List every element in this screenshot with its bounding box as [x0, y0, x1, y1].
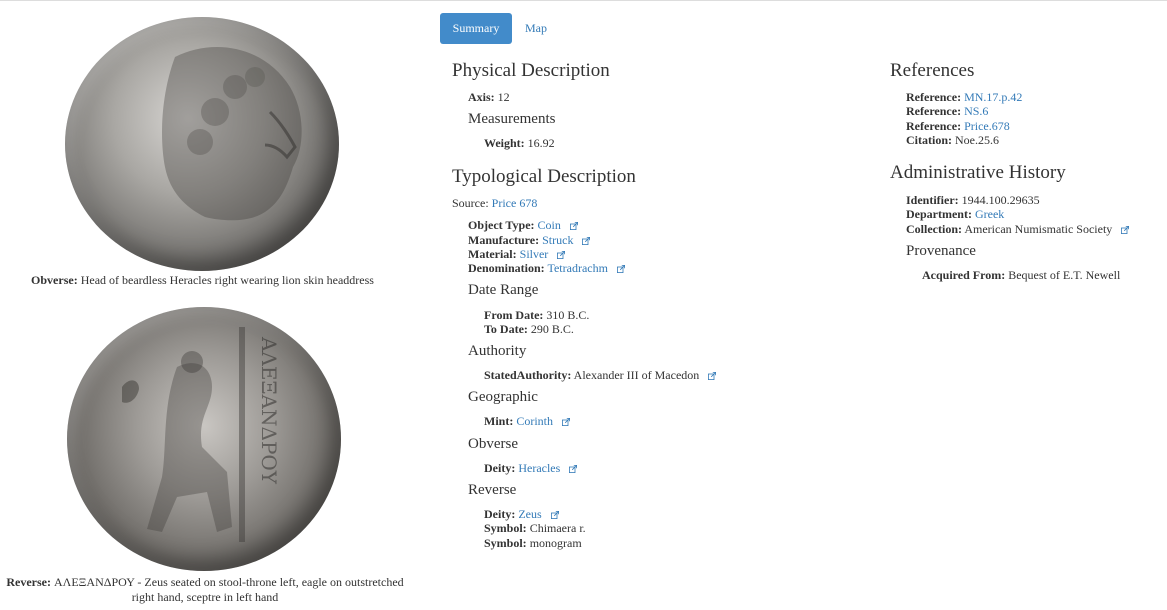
citation-row: Citation: Noe.25.6	[906, 133, 999, 147]
reference-link-2[interactable]: NS.6	[964, 104, 988, 118]
reference-link-1[interactable]: MN.17.p.42	[964, 90, 1022, 104]
obverse-caption-text: Head of beardless Heracles right wearing…	[80, 273, 374, 287]
mint-link[interactable]: Corinth	[516, 414, 553, 428]
tab-map[interactable]: Map	[513, 13, 559, 44]
typological-description-heading: Typological Description	[452, 166, 636, 187]
obverse-portrait-icon	[162, 47, 302, 221]
tab-summary[interactable]: Summary	[440, 13, 512, 44]
reverse-caption-text: ΑΛΕΞΑΝΔΡΟΥ - Zeus seated on stool-throne…	[53, 575, 404, 589]
obverse-caption-label: Obverse:	[31, 273, 78, 287]
identifier-row: Identifier: 1944.100.29635	[906, 193, 1040, 207]
weight-row: Weight: 16.92	[484, 136, 555, 150]
reverse-caption-text-2: right hand, sceptre in left hand	[131, 590, 279, 604]
authority-heading: Authority	[468, 343, 527, 359]
stated-authority-row: StatedAuthority: Alexander III of Macedo…	[484, 368, 717, 382]
object-type-row: Object Type: Coin	[468, 218, 578, 232]
obverse-coin-image[interactable]	[65, 17, 339, 271]
collection-row: Collection: American Numismatic Society	[906, 222, 1130, 236]
top-divider	[0, 0, 1167, 1]
obverse-heading: Obverse	[468, 436, 518, 452]
reference-row: Reference: NS.6	[906, 104, 989, 118]
acquired-from-row: Acquired From: Bequest of E.T. Newell	[922, 268, 1121, 282]
manufacture-row: Manufacture: Struck	[468, 233, 591, 247]
reverse-zeus-icon: ΑΛΕΞΑΝΔΡΟΥ	[122, 327, 281, 542]
material-row: Material: Silver	[468, 247, 566, 261]
reference-row: Reference: MN.17.p.42	[906, 90, 1023, 104]
reverse-deity-row: Deity: Zeus	[484, 507, 559, 521]
to-date-row: To Date: 290 B.C.	[484, 322, 574, 336]
object-type-link[interactable]: Coin	[538, 218, 561, 232]
denomination-row: Denomination: Tetradrachm	[468, 261, 625, 275]
department-link[interactable]: Greek	[975, 207, 1004, 221]
external-link-icon[interactable]	[1121, 226, 1130, 234]
mint-row: Mint: Corinth	[484, 414, 570, 428]
reverse-heading: Reverse	[468, 482, 517, 498]
reverse-caption: Reverse: ΑΛΕΞΑΝΔΡΟΥ - Zeus seated on sto…	[0, 575, 410, 605]
external-link-icon[interactable]	[562, 418, 570, 426]
provenance-heading: Provenance	[906, 243, 976, 259]
source-row: Source: Price 678	[452, 196, 538, 210]
external-link-icon[interactable]	[550, 511, 559, 519]
reference-row: Reference: Price.678	[906, 119, 1010, 133]
denomination-link[interactable]: Tetradrachm	[547, 261, 607, 275]
obverse-deity-row: Deity: Heracles	[484, 461, 578, 475]
manufacture-link[interactable]: Struck	[542, 233, 573, 247]
external-link-icon[interactable]	[557, 251, 566, 259]
external-link-icon[interactable]	[708, 372, 717, 380]
from-date-row: From Date: 310 B.C.	[484, 308, 590, 322]
external-link-icon[interactable]	[582, 237, 591, 245]
reverse-coin-image[interactable]: ΑΛΕΞΑΝΔΡΟΥ	[67, 307, 341, 571]
obverse-caption: Obverse: Head of beardless Heracles righ…	[10, 273, 395, 288]
axis-row: Axis: 12	[468, 90, 510, 104]
external-link-icon[interactable]	[569, 465, 578, 473]
geographic-heading: Geographic	[468, 389, 538, 405]
date-range-heading: Date Range	[468, 282, 539, 298]
administrative-history-heading: Administrative History	[890, 162, 1066, 183]
symbol-row-2: Symbol: monogram	[484, 536, 582, 550]
external-link-icon[interactable]	[569, 222, 578, 230]
reference-link-3[interactable]: Price.678	[964, 119, 1010, 133]
measurements-heading: Measurements	[468, 111, 556, 127]
department-row: Department: Greek	[906, 207, 1005, 221]
external-link-icon[interactable]	[616, 265, 625, 273]
reverse-legend: ΑΛΕΞΑΝΔΡΟΥ	[257, 336, 281, 485]
material-link[interactable]: Silver	[520, 247, 549, 261]
references-heading: References	[890, 60, 975, 81]
obverse-deity-link[interactable]: Heracles	[518, 461, 560, 475]
reverse-deity-link[interactable]: Zeus	[518, 507, 541, 521]
source-link[interactable]: Price 678	[492, 196, 538, 210]
reverse-caption-label: Reverse:	[6, 575, 51, 589]
symbol-row-1: Symbol: Chimaera r.	[484, 521, 586, 535]
physical-description-heading: Physical Description	[452, 60, 610, 81]
